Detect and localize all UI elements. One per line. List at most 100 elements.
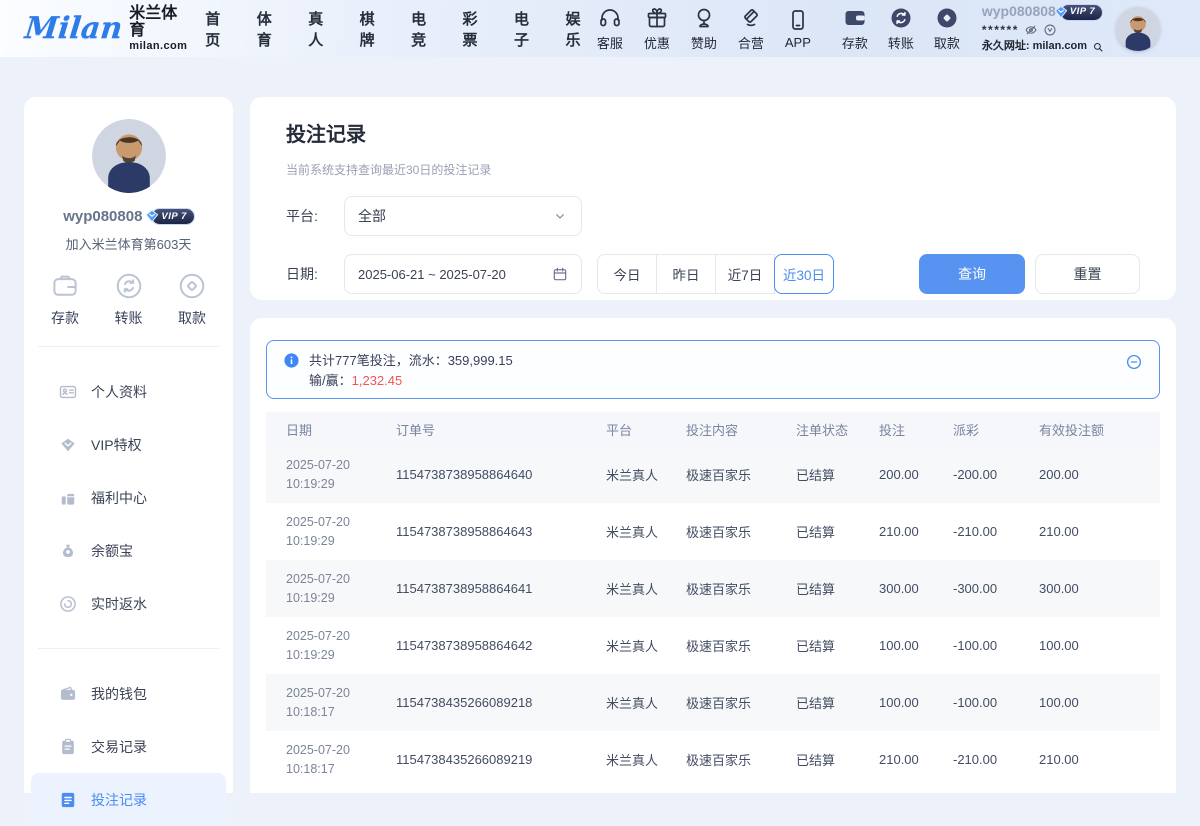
brand-logo[interactable]: Milan 米兰体育 milan.com [25,5,187,52]
quick-label: 取款 [178,308,206,328]
row-content: 极速百家乐 [686,693,796,712]
summary-line1: 共计777笔投注，流水：359,999.15 [309,351,513,371]
sidebar-item-transactions[interactable]: 交易记录 [31,720,226,773]
action-app[interactable]: APP [777,8,819,50]
sidebar-item-welfare[interactable]: 福利中心 [31,471,226,524]
row-time: 10:18:17 [286,760,396,778]
row-status: 已结算 [796,636,879,655]
action-transfer[interactable]: 转账 [880,6,922,52]
row-content: 极速百家乐 [686,636,796,655]
table-row: 2025-07-2010:19:29 1154738738958864643 米… [266,503,1160,560]
eye-off-icon[interactable] [1024,23,1038,37]
menu-label: 实时返水 [91,594,147,614]
wallet-actions: 存款 转账 取款 [834,6,968,52]
row-date: 2025-07-20 [286,741,396,759]
nav-slots[interactable]: 电子 [514,8,537,50]
vip-level: VIP 7 [1070,6,1095,18]
gift-icon [645,6,669,30]
sidebar-item-vip[interactable]: VIP特权 [31,418,226,471]
loss-label: 输/赢： [309,373,352,388]
range-30days-button[interactable]: 近30日 [774,254,834,294]
row-platform: 米兰真人 [606,693,686,712]
nav-home[interactable]: 首页 [205,8,228,50]
action-partnership[interactable]: 合营 [730,6,772,52]
page-title: 投注记录 [286,118,1140,147]
range-yesterday-button[interactable]: 昨日 [656,254,716,294]
date-filter-row: 日期: 2025-06-21 ~ 2025-07-20 今日 昨日 近7日 近3… [286,254,1140,294]
row-platform: 米兰真人 [606,522,686,541]
welfare-icon [58,488,78,508]
table-row: 2025-07-2010:19:29 1154738738958864640 米… [266,446,1160,503]
filter-card: 投注记录 当前系统支持查询最近30日的投注记录 平台: 全部 日期: 2025-… [250,97,1176,300]
action-customer-service[interactable]: 客服 [589,6,631,52]
col-header-order: 订单号 [396,420,606,439]
trophy-icon [692,6,716,30]
topbar: Milan 米兰体育 milan.com 首页 体育 真人 棋牌 电竞 彩票 电… [0,0,1200,57]
quick-deposit[interactable]: 存款 [50,271,80,328]
row-order: 1154738738958864642 [396,638,606,653]
col-header-bet: 投注 [879,420,953,439]
row-valid: 300.00 [1039,581,1160,596]
reset-button[interactable]: 重置 [1035,254,1140,294]
query-button[interactable]: 查询 [919,254,1025,294]
row-content: 极速百家乐 [686,522,796,541]
nav-esports[interactable]: 电竞 [411,8,434,50]
quick-withdraw[interactable]: 取款 [177,271,207,328]
table-row: 2025-07-2010:18:17 1154738435266089219 米… [266,731,1160,788]
range-today-button[interactable]: 今日 [597,254,657,294]
row-date: 2025-07-20 [286,684,396,702]
action-withdraw[interactable]: 取款 [926,6,968,52]
action-label: 合营 [738,33,764,52]
user-avatar[interactable] [1116,7,1160,51]
row-bet: 100.00 [879,638,953,653]
quick-label: 转账 [115,308,143,328]
platform-select[interactable]: 全部 [344,196,582,236]
collapse-icon[interactable] [1125,353,1143,371]
withdraw-icon [935,6,959,30]
row-bet: 100.00 [879,695,953,710]
records-card: 共计777笔投注，流水：359,999.15 输/赢：1,232.45 日期 订… [250,318,1176,793]
row-order: 1154738738958864641 [396,581,606,596]
action-promotions[interactable]: 优惠 [636,6,678,52]
nav-entertainment[interactable]: 娱乐 [565,8,588,50]
sidebar-menu-group-1: 个人资料 VIP特权 福利中心 余额宝 实时返水 [24,365,233,630]
nav-board-games[interactable]: 棋牌 [360,8,383,50]
permanent-url: 永久网址: milan.com [982,40,1087,54]
action-deposit[interactable]: 存款 [834,6,876,52]
verified-icon[interactable] [1043,23,1057,37]
vip-badge: VIP 7 [1061,5,1102,20]
sidebar-username: wyp080808 [63,208,142,225]
sidebar-item-profile[interactable]: 个人资料 [31,365,226,418]
row-order: 1154738435266089218 [396,695,606,710]
nav-sports[interactable]: 体育 [257,8,280,50]
joined-days: 加入米兰体育第603天 [24,234,233,253]
row-payout: -210.00 [953,524,1039,539]
platform-value: 全部 [358,206,386,226]
partner-icon [739,6,763,30]
clipboard-icon [58,737,78,757]
logo-script: Milan [23,14,123,44]
nav-live-casino[interactable]: 真人 [308,8,331,50]
sidebar-item-yuebao[interactable]: 余额宝 [31,524,226,577]
table-row: 2025-07-2010:19:29 1154738738958864641 米… [266,560,1160,617]
sidebar-item-rebate[interactable]: 实时返水 [31,577,226,630]
quick-range-group: 今日 昨日 近7日 近30日 [597,254,834,294]
sidebar-item-bet-records[interactable]: 投注记录 [31,773,226,826]
row-bet: 300.00 [879,581,953,596]
action-sponsorship[interactable]: 赞助 [683,6,725,52]
magnifier-icon[interactable] [1092,41,1104,53]
row-bet: 210.00 [879,752,953,767]
divider [38,346,219,347]
date-range-input[interactable]: 2025-06-21 ~ 2025-07-20 [344,254,582,294]
row-valid: 210.00 [1039,752,1160,767]
nav-lottery[interactable]: 彩票 [463,8,486,50]
profile-avatar[interactable] [92,119,166,193]
sidebar-item-wallet[interactable]: 我的钱包 [31,667,226,720]
row-content: 极速百家乐 [686,579,796,598]
chevron-down-icon [552,208,568,224]
platform-label: 平台: [286,206,330,226]
action-label: 客服 [597,33,623,52]
row-valid: 210.00 [1039,524,1160,539]
range-7days-button[interactable]: 近7日 [715,254,775,294]
quick-transfer[interactable]: 转账 [114,271,144,328]
